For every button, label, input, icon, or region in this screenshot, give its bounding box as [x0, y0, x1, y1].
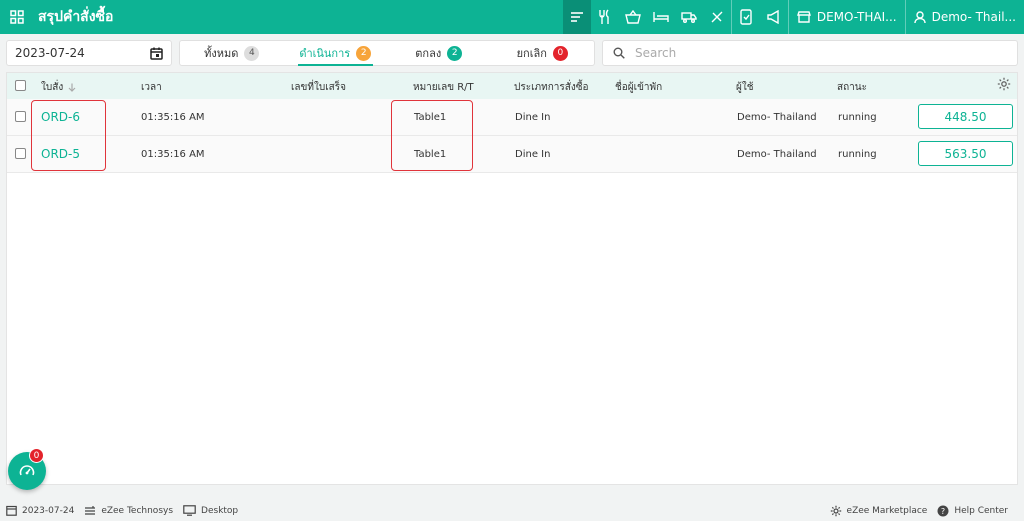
column-header-time: เวลา — [141, 82, 162, 93]
marketplace-link[interactable]: eZee Marketplace — [830, 505, 928, 517]
store-icon — [796, 11, 811, 23]
mobile-order-icon[interactable] — [732, 0, 760, 34]
status-text: running — [838, 149, 877, 160]
status-text: running — [838, 112, 877, 123]
gear-icon — [830, 505, 841, 516]
column-header-status: สถานะ — [837, 82, 867, 93]
help-center-link[interactable]: ? Help Center — [937, 505, 1008, 517]
table-header: ใบสั่ง เวลา เลขที่ใบเสร็จ หมายเลข R/T ปร… — [7, 73, 1017, 99]
tab-all[interactable]: ทั้งหมด 4 — [180, 41, 284, 65]
search-icon — [613, 47, 625, 59]
basket-icon[interactable] — [619, 0, 647, 34]
monitor-icon — [183, 505, 196, 516]
top-bar: สรุปคำสั่งซื้อ DEMO-THAI... Demo- Thail.… — [0, 0, 1024, 34]
tab-confirmed[interactable]: ตกลง 2 — [387, 41, 491, 65]
user-name: Demo- Thailand — [737, 112, 817, 123]
footer-company-text: eZee Technosys — [101, 505, 174, 516]
footer-date-text: 2023-07-24 — [22, 505, 75, 516]
date-picker[interactable]: 2023-07-24 — [6, 40, 172, 66]
order-time: 01:35:16 AM — [141, 112, 205, 123]
apps-grid-icon[interactable] — [0, 0, 34, 34]
tab-label: ทั้งหมด — [204, 47, 239, 60]
column-label: ใบสั่ง — [41, 82, 64, 93]
footer-company: eZee Technosys — [84, 505, 173, 516]
table-row[interactable]: ORD-6 01:35:16 AM Table1 Dine In Demo- T… — [7, 99, 1017, 136]
footer-device-text: Desktop — [201, 505, 239, 516]
store-label: DEMO-THAI... — [816, 10, 897, 24]
table-row[interactable]: ORD-5 01:35:16 AM Table1 Dine In Demo- T… — [7, 136, 1017, 173]
footer-device: Desktop — [183, 505, 238, 516]
tab-label: ยกเลิก — [516, 47, 547, 60]
user-label: Demo- Thail... — [931, 10, 1016, 24]
amount-button[interactable]: 563.50 — [918, 141, 1013, 166]
store-selector[interactable]: DEMO-THAI... — [789, 0, 905, 34]
highlight-box-order-column — [31, 100, 106, 171]
status-footer: 2023-07-24 eZee Technosys Desktop eZee M… — [0, 500, 1024, 521]
column-header-receipt: เลขที่ใบเสร็จ — [291, 82, 346, 93]
footer-date: 2023-07-24 — [6, 505, 74, 516]
status-tabs: ทั้งหมด 4 ดำเนินการ 2 ตกลง 2 ยกเลิก 0 — [179, 40, 595, 66]
count-badge: 4 — [244, 45, 260, 61]
bed-icon[interactable] — [647, 0, 675, 34]
order-summary-icon[interactable] — [562, 0, 591, 34]
svg-text:?: ? — [941, 507, 945, 516]
count-badge: 0 — [552, 45, 568, 61]
notification-badge: 0 — [29, 448, 44, 463]
page-title: สรุปคำสั่งซื้อ — [38, 9, 114, 25]
column-header-order[interactable]: ใบสั่ง — [41, 80, 76, 95]
user-icon — [913, 10, 926, 23]
sort-arrow-icon[interactable] — [68, 83, 76, 92]
column-header-order-type: ประเภทการสั่งซื้อ — [514, 82, 589, 93]
help-text: Help Center — [954, 505, 1008, 516]
order-time: 01:35:16 AM — [141, 149, 205, 160]
settings-gear-icon[interactable] — [997, 77, 1011, 94]
tab-label: ดำเนินการ — [299, 47, 351, 60]
orders-table: ใบสั่ง เวลา เลขที่ใบเสร็จ หมายเลข R/T ปร… — [6, 72, 1018, 485]
help-icon: ? — [937, 505, 949, 516]
notifications-fab[interactable]: 0 — [8, 448, 46, 490]
tab-cancelled[interactable]: ยกเลิก 0 — [491, 41, 595, 65]
user-name: Demo- Thailand — [737, 149, 817, 160]
megaphone-icon[interactable] — [760, 0, 788, 34]
speed-icon — [19, 465, 35, 476]
calendar-icon — [6, 505, 17, 516]
row-checkbox[interactable] — [15, 148, 26, 159]
tab-in-progress[interactable]: ดำเนินการ 2 — [284, 41, 388, 66]
calendar-icon[interactable] — [150, 47, 163, 60]
column-header-guest: ชื่อผู้เข้าพัก — [615, 82, 663, 93]
tab-label: ตกลง — [415, 47, 442, 60]
search-field[interactable]: Search — [602, 40, 1018, 66]
no-delivery-icon[interactable] — [703, 0, 731, 34]
amount-button[interactable]: 448.50 — [918, 104, 1013, 129]
column-header-rt: หมายเลข R/T — [413, 82, 474, 93]
search-input[interactable]: Search — [635, 46, 676, 60]
order-type: Dine In — [515, 112, 551, 123]
marketplace-text: eZee Marketplace — [846, 505, 928, 516]
date-value: 2023-07-24 — [15, 46, 85, 60]
count-badge: 2 — [447, 45, 463, 61]
company-icon — [85, 506, 96, 515]
count-badge: 2 — [356, 45, 372, 61]
column-header-user: ผู้ใช้ — [736, 82, 754, 93]
order-type: Dine In — [515, 149, 551, 160]
select-all-checkbox[interactable] — [15, 80, 26, 91]
user-menu[interactable]: Demo- Thail... — [906, 0, 1024, 34]
restaurant-icon[interactable] — [591, 0, 619, 34]
delivery-truck-icon[interactable] — [675, 0, 703, 34]
highlight-box-rt-column — [391, 100, 473, 171]
row-checkbox[interactable] — [15, 111, 26, 122]
